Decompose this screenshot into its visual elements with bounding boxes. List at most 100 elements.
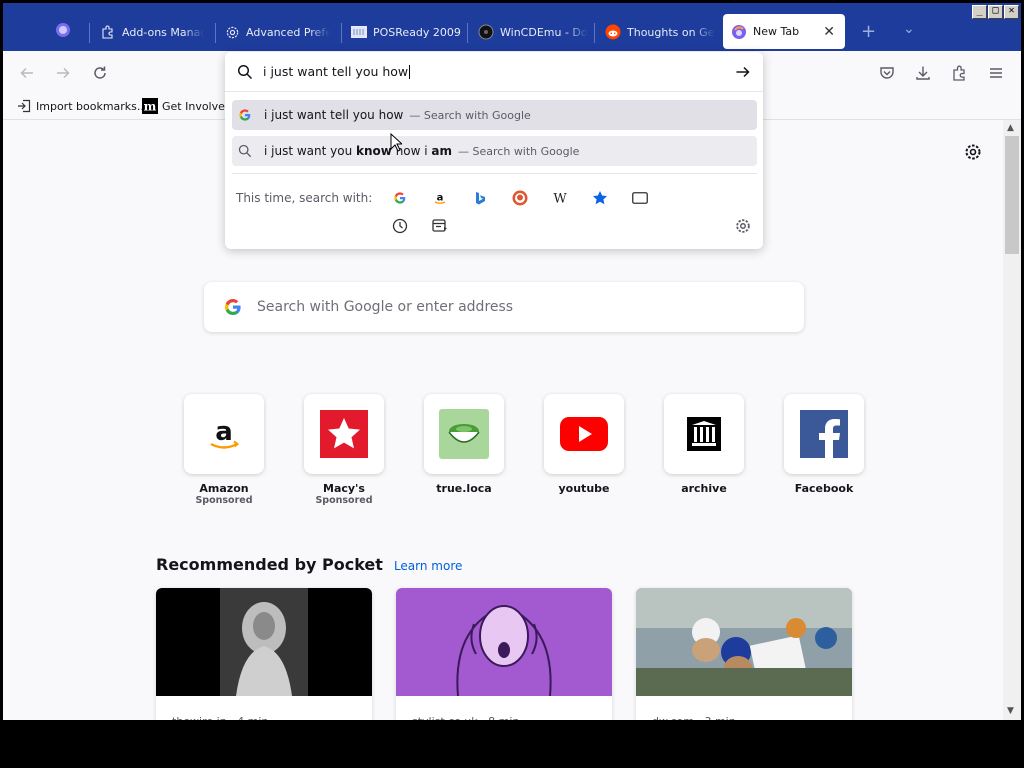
sponsored-label: Sponsored bbox=[195, 495, 253, 506]
tab-thoughts-on-gekko[interactable]: Thoughts on Gekko bbox=[605, 14, 715, 50]
duckduckgo-icon bbox=[512, 190, 528, 206]
tab-addons-manager[interactable]: Add-ons Manager bbox=[100, 14, 204, 50]
tab-label: Advanced Preferences bbox=[246, 25, 330, 39]
close-tab-icon[interactable]: ✕ bbox=[823, 24, 835, 40]
top-site-archive[interactable]: archive bbox=[644, 394, 764, 506]
tab-separator bbox=[215, 23, 216, 43]
bookmarks-search-button[interactable] bbox=[591, 189, 609, 207]
gear-icon[interactable] bbox=[963, 142, 983, 162]
svg-text:a: a bbox=[437, 193, 444, 204]
scroll-up-arrow[interactable]: ▲ bbox=[1007, 123, 1014, 133]
top-site-facebook[interactable]: Facebook bbox=[764, 394, 884, 506]
card-image bbox=[396, 588, 612, 697]
top-site-macys[interactable]: Macy's Sponsored bbox=[284, 394, 404, 506]
go-arrow-icon[interactable] bbox=[735, 64, 751, 80]
pocket-card[interactable]: stylist.co.uk · 8 min bbox=[396, 588, 612, 720]
amazon-icon: a bbox=[210, 417, 240, 449]
svg-text:W: W bbox=[553, 192, 567, 206]
tile-title: Amazon bbox=[199, 482, 249, 495]
app-menu-button[interactable] bbox=[986, 63, 1006, 83]
window-icon bbox=[351, 24, 367, 40]
tab-label: Thoughts on Gekko bbox=[627, 25, 715, 39]
page-scrollbar[interactable]: ▲ ▼ bbox=[1003, 120, 1021, 720]
tab-label: POSReady 2009 bbox=[373, 25, 461, 39]
history-search-button[interactable] bbox=[391, 217, 409, 235]
suggestion-action: — Search with Google bbox=[409, 108, 531, 122]
tab-new-tab[interactable]: New Tab ✕ bbox=[723, 14, 845, 49]
learn-more-link[interactable]: Learn more bbox=[394, 559, 462, 573]
tile-title: true.loca bbox=[436, 482, 492, 495]
engine-bing-button[interactable] bbox=[471, 189, 489, 207]
archive-icon bbox=[687, 417, 721, 451]
reload-icon bbox=[94, 66, 106, 79]
list-all-tabs-button[interactable]: ⌄ bbox=[903, 21, 915, 37]
minimize-button[interactable]: _ bbox=[972, 5, 987, 19]
suggestion-row[interactable]: i just want tell you how — Search with G… bbox=[232, 100, 757, 130]
scroll-down-arrow[interactable]: ▼ bbox=[1007, 706, 1014, 716]
pocket-icon bbox=[880, 67, 894, 79]
firefox-view-icon[interactable] bbox=[53, 22, 73, 38]
tile-title: archive bbox=[681, 482, 727, 495]
mouse-cursor-icon bbox=[390, 133, 402, 152]
google-icon bbox=[394, 192, 406, 204]
firefox-icon bbox=[731, 24, 747, 40]
hamburger-icon bbox=[990, 68, 1002, 78]
tab-advanced-preferences[interactable]: Advanced Preferences bbox=[224, 14, 330, 50]
extensions-button[interactable] bbox=[950, 63, 970, 83]
urlbar-input[interactable]: i just want tell you how bbox=[225, 52, 763, 92]
actions-icon bbox=[432, 219, 447, 232]
tab-icon bbox=[632, 192, 648, 204]
search-icon bbox=[237, 64, 253, 79]
suggestion-row[interactable]: i just want you know how i am — Search w… bbox=[232, 136, 757, 166]
new-tab-button[interactable]: + bbox=[861, 21, 876, 42]
engine-wikipedia-button[interactable]: W bbox=[551, 189, 569, 207]
import-icon bbox=[16, 98, 32, 114]
tile bbox=[664, 394, 744, 474]
tile bbox=[304, 394, 384, 474]
scroll-thumb[interactable] bbox=[1005, 136, 1019, 254]
tab-separator bbox=[467, 23, 468, 43]
gear-icon bbox=[224, 24, 240, 40]
close-window-button[interactable]: ✕ bbox=[1004, 5, 1019, 19]
pocket-card[interactable]: thewire.in · 4 min bbox=[156, 588, 372, 720]
pocket-button[interactable] bbox=[877, 63, 897, 83]
actions-search-button[interactable] bbox=[431, 217, 449, 235]
disc-icon bbox=[478, 24, 494, 40]
bowl-icon bbox=[439, 409, 489, 459]
reload-button[interactable] bbox=[90, 63, 110, 83]
bookmark-get-involved[interactable]: m Get Involved bbox=[142, 98, 232, 114]
card-image bbox=[636, 588, 852, 696]
downloads-button[interactable] bbox=[913, 63, 933, 83]
engine-google-button[interactable] bbox=[391, 189, 409, 207]
puzzle-icon bbox=[100, 24, 116, 40]
top-sites: a Amazon Sponsored Macy's Sponsored true… bbox=[164, 394, 884, 506]
tab-wincdemu[interactable]: WinCDEmu - Download bbox=[478, 14, 588, 50]
forward-button[interactable] bbox=[53, 63, 73, 83]
back-button[interactable] bbox=[17, 63, 37, 83]
tile bbox=[784, 394, 864, 474]
search-settings-gear-icon[interactable] bbox=[734, 217, 752, 235]
top-site-youtube[interactable]: youtube bbox=[524, 394, 644, 506]
bookmark-label: Import bookmarks... bbox=[36, 99, 148, 113]
maximize-button[interactable]: □ bbox=[988, 5, 1003, 19]
suggestion-text: i just want tell you how bbox=[264, 108, 404, 122]
youtube-icon bbox=[560, 417, 608, 451]
new-tab-search-box[interactable]: Search with Google or enter address bbox=[204, 282, 804, 332]
engine-duckduckgo-button[interactable] bbox=[511, 189, 529, 207]
engine-amazon-button[interactable]: a bbox=[431, 189, 449, 207]
suggestion-text: i just want you know how i am bbox=[264, 144, 453, 158]
pocket-card[interactable]: dw.com · 3 min bbox=[636, 588, 852, 720]
tab-separator bbox=[89, 23, 90, 43]
bookmark-import[interactable]: Import bookmarks... bbox=[16, 98, 147, 114]
macys-star-icon bbox=[320, 410, 368, 458]
tab-posready[interactable]: POSReady 2009 bbox=[351, 14, 463, 50]
top-site-amazon[interactable]: a Amazon Sponsored bbox=[164, 394, 284, 506]
top-site-true-loca[interactable]: true.loca bbox=[404, 394, 524, 506]
bing-icon bbox=[476, 192, 485, 205]
facebook-icon bbox=[800, 410, 848, 458]
tabs-search-button[interactable] bbox=[631, 189, 649, 207]
download-icon bbox=[916, 66, 930, 80]
one-off-label: This time, search with: bbox=[236, 191, 373, 205]
bookmark-label: Get Involved bbox=[162, 99, 232, 113]
card-source: dw.com · 3 min bbox=[636, 699, 852, 720]
